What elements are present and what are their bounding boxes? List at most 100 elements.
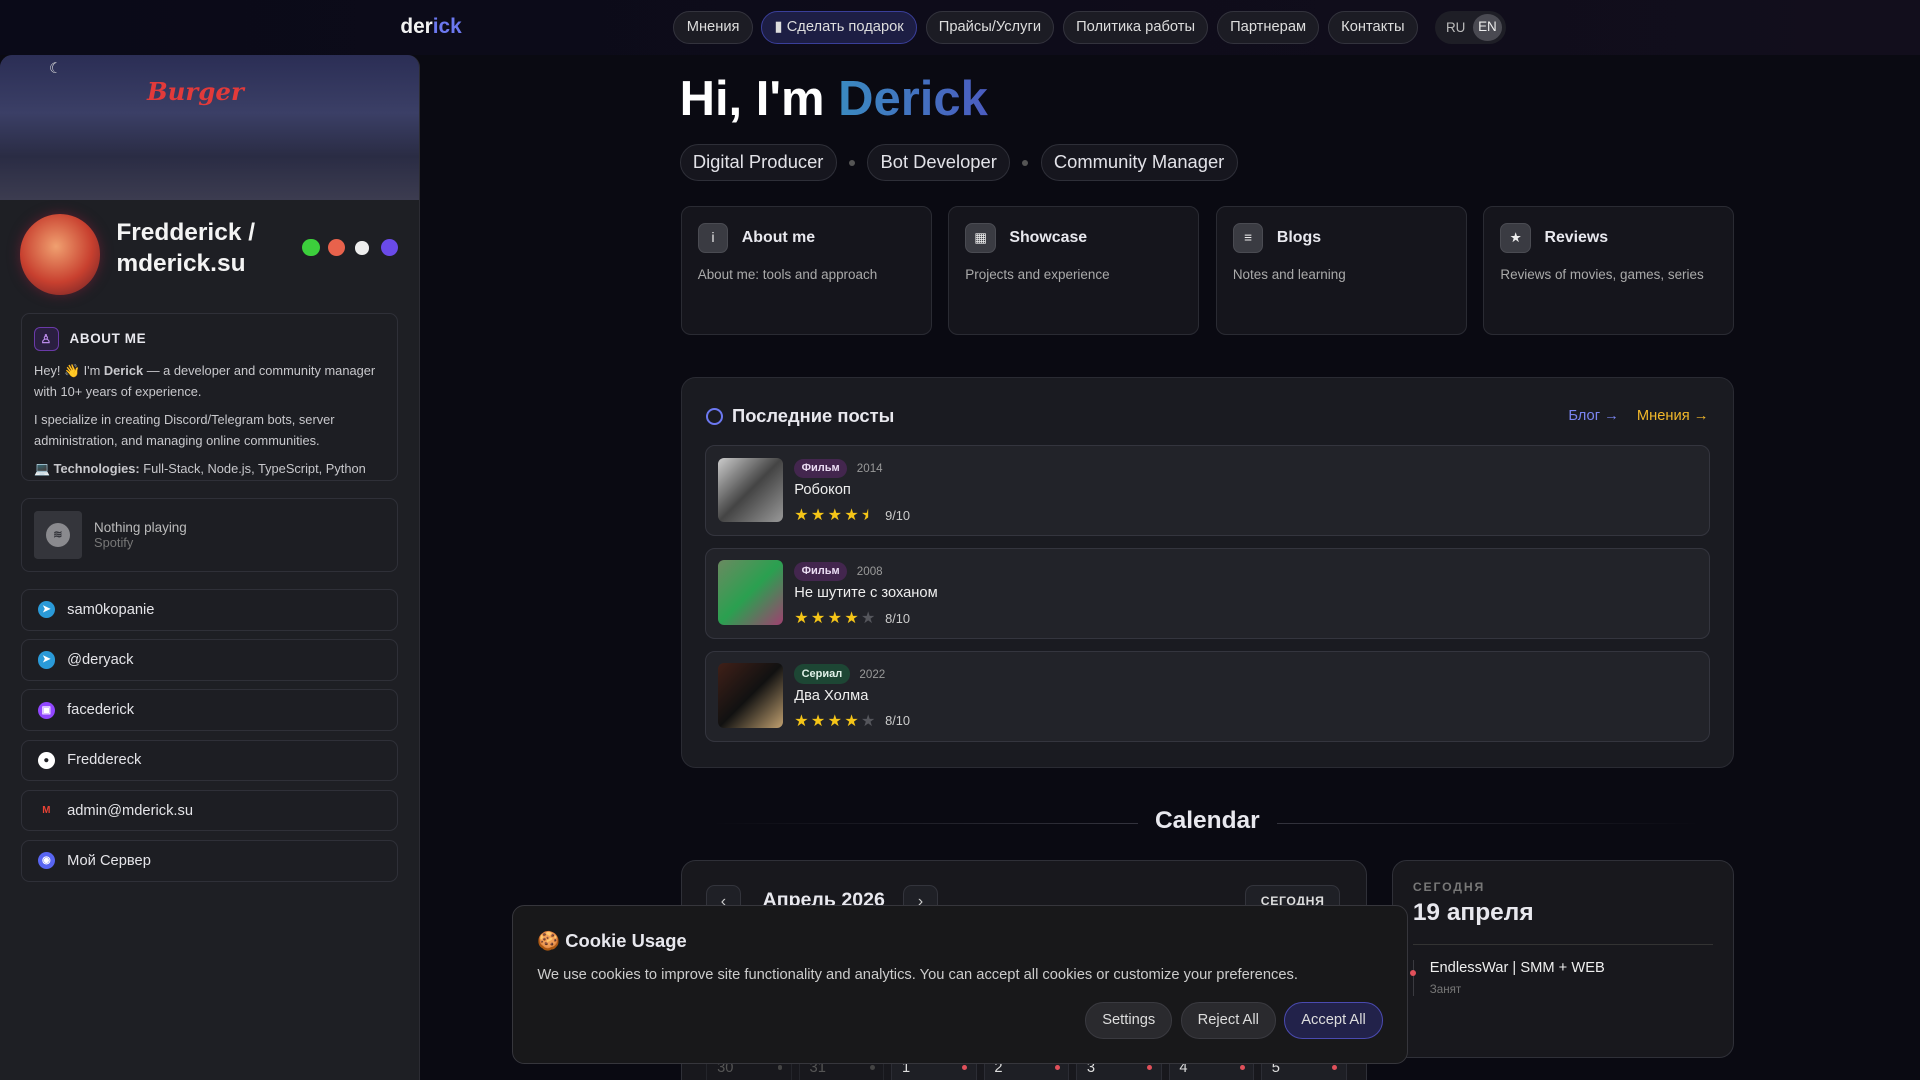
social-link-label: Мой Сервер xyxy=(67,852,151,869)
post-tag: Фильм xyxy=(794,561,847,581)
lang-ru[interactable]: RU xyxy=(1446,20,1465,35)
star-icon: ★ xyxy=(827,507,842,525)
top-header: derick Мнения ▮ Сделать подарок Прайсы/У… xyxy=(0,0,1920,56)
nav-card[interactable]: ★ Reviews Reviews of movies, games, series xyxy=(1483,205,1735,336)
tech-value: Full-Stack, Node.js, TypeScript, Python xyxy=(139,460,366,476)
star-icon: ★ xyxy=(861,610,876,628)
cookie-banner: 🍪 Cookie Usage We use cookies to improve… xyxy=(511,904,1409,1065)
language-switch: RU EN xyxy=(1434,11,1506,45)
post-item[interactable]: Фильм 2008 Не шутите с зоханом ★ ★ ★ ★ ★ 8/10 xyxy=(705,548,1711,639)
post-tag: Фильм xyxy=(794,458,847,479)
nav-card[interactable]: i About me About me: tools and approach xyxy=(680,205,932,336)
badge-heart-icon xyxy=(328,238,346,256)
logo-text-a: der xyxy=(400,14,433,38)
post-item[interactable]: Сериал 2022 Два Холма ★ ★ ★ ★ ★ 8/10 xyxy=(705,651,1711,742)
github-icon: ● xyxy=(37,751,55,769)
social-link[interactable]: ● Freddereck xyxy=(20,739,398,782)
star-icon: ★ xyxy=(844,712,859,730)
post-rating: ★ ★ ★ ★ ★ 8/10 xyxy=(794,711,910,731)
spotify-source: Spotify xyxy=(94,535,134,551)
nav-contacts[interactable]: Контакты xyxy=(1327,11,1418,45)
event-item[interactable]: EndlessWar | SMM + WEB Занят xyxy=(1410,959,1713,997)
clock-icon xyxy=(706,407,724,425)
spotify-widget[interactable]: ≋ Nothing playing Spotify xyxy=(20,498,398,572)
post-item[interactable]: Фильм 2014 Робокоп ★ ★ ★ ★ ★ 9/10 xyxy=(705,445,1711,537)
about-me-card: ♙ ABOUT ME Hey! 👋 I'm Derick — a develope… xyxy=(20,313,398,482)
banner-sign: Burger xyxy=(146,77,244,107)
social-link[interactable]: ▣ facederick xyxy=(20,689,398,731)
star-icon: ★ xyxy=(827,712,842,730)
role-pill: Community Manager xyxy=(1040,144,1238,182)
cookie-title: 🍪 Cookie Usage xyxy=(537,930,687,952)
lang-en[interactable]: EN xyxy=(1472,14,1503,41)
cookie-reject-button[interactable]: Reject All xyxy=(1180,1001,1276,1039)
star-icon: ★ xyxy=(861,507,876,525)
roles-list: Digital Producer Bot Developer Community… xyxy=(679,144,1238,182)
star-icon: ★ xyxy=(794,610,809,628)
event-name: EndlessWar | SMM + WEB xyxy=(1429,959,1605,976)
badge-diamond-icon xyxy=(380,238,398,256)
post-year: 2014 xyxy=(856,461,883,475)
nav-card[interactable]: ≡ Blogs Notes and learning xyxy=(1215,205,1467,336)
separator-dot xyxy=(848,159,856,166)
about-paragraph-1: Hey! 👋 I'm Derick — a developer and comm… xyxy=(34,361,385,403)
star-icon: ★ xyxy=(810,712,826,730)
card-desc: Projects and experience xyxy=(965,266,1110,282)
nav-partners[interactable]: Партнерам xyxy=(1216,11,1320,45)
card-title: Blogs xyxy=(1276,228,1322,246)
event-dot xyxy=(1054,1064,1060,1070)
social-link[interactable]: Madmin@mderick.su xyxy=(20,789,398,832)
telegram-icon: ➤ xyxy=(37,651,55,669)
star-icon: ★ xyxy=(844,610,859,628)
card-title: About me xyxy=(741,228,816,246)
gmail-icon: M xyxy=(42,805,51,817)
opinions-link[interactable]: Мнения → xyxy=(1637,408,1709,424)
spotify-art: ≋ xyxy=(34,511,82,559)
site-logo[interactable]: derick xyxy=(400,15,461,39)
nav-opinions[interactable]: Мнения xyxy=(673,11,753,45)
nav-policy[interactable]: Политика работы xyxy=(1062,11,1209,45)
event-dot xyxy=(962,1064,968,1070)
event-dot xyxy=(777,1064,783,1070)
info-icon: i xyxy=(697,222,729,254)
gift-icon: ▮ xyxy=(774,19,787,36)
separator-dot xyxy=(1022,159,1029,166)
social-link[interactable]: ◉ Мой Сервер xyxy=(20,839,398,882)
nav-card[interactable]: ▦ Showcase Projects and experience xyxy=(948,205,1200,336)
about-p1-a: Hey! 👋 I'm xyxy=(34,362,104,378)
hero-name: Derick xyxy=(838,72,988,127)
social-link[interactable]: ➤ sam0kopanie xyxy=(20,588,398,631)
star-icon: ★ xyxy=(827,610,842,628)
hero-title: Hi, I'm Derick xyxy=(680,71,988,127)
calendar-title-text: Calendar xyxy=(1137,806,1277,834)
spotify-status: Nothing playing xyxy=(94,520,187,536)
tech-label: 💻 Technologies: xyxy=(34,460,140,476)
star-icon: ★ xyxy=(861,712,876,730)
event-dot xyxy=(1147,1064,1153,1070)
social-link-label: @deryack xyxy=(67,651,134,668)
star-icon: ★ xyxy=(810,610,826,628)
post-score: 8/10 xyxy=(885,713,911,729)
telegram-icon: ➤ xyxy=(37,601,55,619)
moon-icon: ☾ xyxy=(48,60,63,77)
social-link[interactable]: ➤ @deryack xyxy=(20,639,398,681)
nav-gift[interactable]: ▮ Сделать подарок xyxy=(761,11,917,45)
about-paragraph-2: I specialize in creating Discord/Telegra… xyxy=(34,411,335,448)
star-icon: ★ xyxy=(844,507,859,525)
event-dot xyxy=(870,1064,875,1070)
blog-link[interactable]: Блог → xyxy=(1568,408,1619,424)
post-tag: Сериал xyxy=(794,664,850,684)
star-icon: ★ xyxy=(810,507,826,525)
nav-prices[interactable]: Прайсы/Услуги xyxy=(925,11,1055,45)
hero-hi: Hi, I'm xyxy=(679,72,839,127)
avatar xyxy=(19,214,101,296)
profile-name: Fredderick / mderick.su xyxy=(116,218,256,277)
cookie-settings-button[interactable]: Settings xyxy=(1085,1001,1173,1039)
role-pill: Bot Developer xyxy=(867,144,1011,182)
social-link-label: sam0kopanie xyxy=(67,601,155,618)
twitch-icon: ▣ xyxy=(37,701,55,719)
today-panel: СЕГОДНЯ 19 апреля EndlessWar | SMM + WEB… xyxy=(1392,859,1734,1058)
today-label: СЕГОДНЯ xyxy=(1412,880,1486,895)
cookie-accept-button[interactable]: Accept All xyxy=(1284,1001,1383,1039)
social-link-label: admin@mderick.su xyxy=(67,802,194,819)
